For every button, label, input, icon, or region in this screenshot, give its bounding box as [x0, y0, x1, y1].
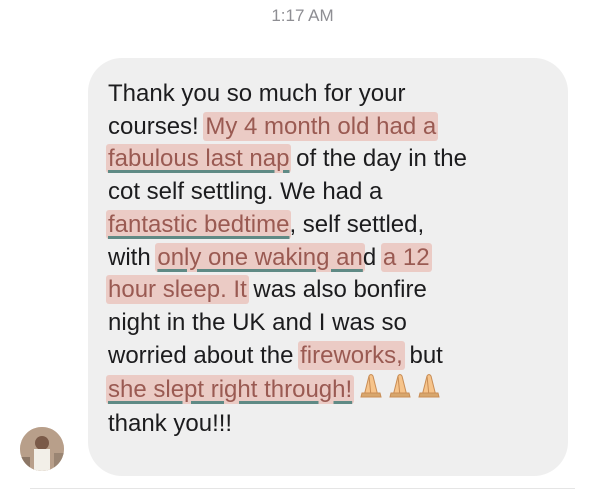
message-line: thank you!!!	[108, 408, 558, 441]
folded-hands-emoji-group	[358, 372, 444, 408]
divider	[30, 488, 575, 489]
highlighted-underlined-text: fabulous last nap	[106, 144, 292, 174]
message-line: fantastic bedtime, self settled,	[106, 209, 558, 242]
message-timestamp: 1:17 AM	[271, 6, 334, 25]
message-line: fabulous last nap of the day in the	[106, 143, 558, 176]
text-segment: but	[402, 341, 443, 369]
message-text: Thank you so much for your courses! My 4…	[106, 78, 558, 441]
highlighted-text: fireworks,	[298, 340, 405, 370]
text-segment: of the day in the	[289, 145, 467, 173]
avatar[interactable]	[20, 427, 64, 471]
message-line: cot self settling. We had a	[108, 176, 558, 209]
message-line: courses! My 4 month old had a	[108, 111, 558, 144]
text-segment: worried about the	[108, 341, 301, 369]
avatar-photo-icon	[20, 427, 64, 471]
highlighted-text: a 12	[380, 242, 432, 272]
highlighted-underlined-text: she slept right through!	[106, 374, 355, 404]
highlighted-text: My 4 month old had a	[203, 111, 439, 141]
text-segment: courses!	[108, 112, 206, 140]
message-line: worried about the fireworks, but	[108, 340, 558, 373]
text-segment: with	[108, 243, 158, 271]
message-line: she slept right through!	[106, 372, 558, 408]
text-segment: d	[362, 243, 383, 271]
text-segment: was also bonfire	[246, 276, 427, 304]
text-segment: Thank you so much for your	[108, 80, 406, 107]
text-segment: night in the UK and I was so	[108, 308, 407, 336]
message-line: Thank you so much for your	[108, 78, 558, 111]
highlighted-text: hour sleep. It	[106, 275, 249, 305]
highlighted-underlined-text: only one waking an	[155, 242, 365, 272]
message-line: night in the UK and I was so	[108, 307, 558, 340]
text-segment: , self settled,	[289, 210, 425, 238]
folded-hands-icon	[360, 374, 440, 398]
text-segment: cot self settling. We had a	[108, 178, 383, 206]
highlighted-underlined-text: fantastic bedtime	[106, 209, 292, 239]
message-line: with only one waking and a 12	[108, 242, 558, 275]
message-line: hour sleep. It was also bonfire	[106, 274, 558, 307]
text-segment: thank you!!!	[108, 410, 233, 438]
